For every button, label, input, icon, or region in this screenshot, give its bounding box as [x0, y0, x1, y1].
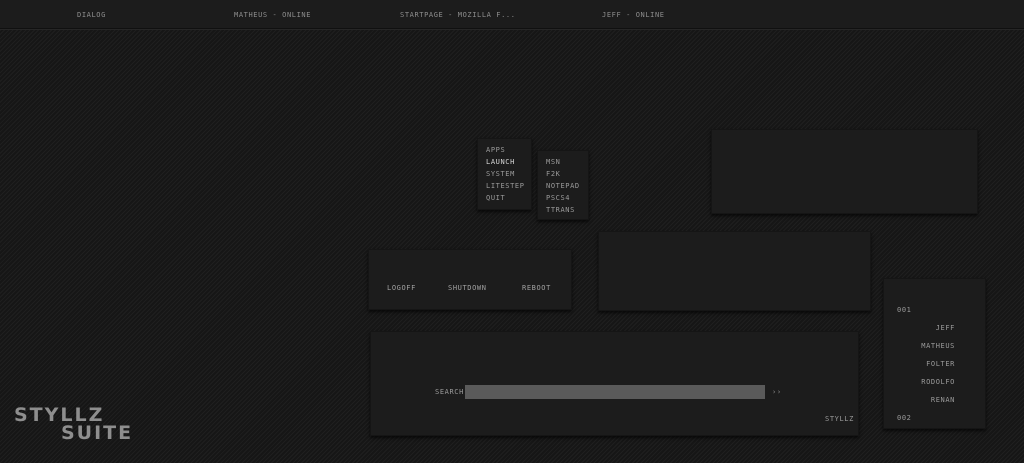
logoff-button[interactable]: LOGOFF: [387, 284, 416, 292]
search-brand-label: STYLLZ: [825, 415, 854, 423]
search-panel: SEARCH ›› STYLLZ: [370, 331, 859, 436]
task-matheus-online[interactable]: MATHEUS - ONLINE: [234, 11, 311, 19]
contact-matheus[interactable]: MATHEUS: [921, 342, 955, 350]
contact-folter[interactable]: FOLTER: [926, 360, 955, 368]
launch-item-ttrans[interactable]: TTRANS: [546, 206, 575, 214]
power-panel: LOGOFF SHUTDOWN REBOOT: [368, 249, 572, 310]
contact-renan[interactable]: RENAN: [931, 396, 955, 404]
contacts-group-start: 001: [897, 306, 912, 314]
search-input[interactable]: [465, 385, 765, 399]
search-go-button[interactable]: ››: [772, 388, 782, 396]
launch-submenu: MSN F2K NOTEPAD PSCS4 TTRANS: [537, 150, 589, 220]
launch-item-f2k[interactable]: F2K: [546, 170, 560, 178]
launch-item-msn[interactable]: MSN: [546, 158, 560, 166]
menu-item-launch[interactable]: LAUNCH: [486, 158, 515, 166]
contacts-group-end: 002: [897, 414, 912, 422]
logo-line-2: SUITE: [61, 422, 134, 444]
task-startpage-mozilla[interactable]: STARTPAGE - MOZILLA F...: [400, 11, 516, 19]
search-label: SEARCH: [435, 388, 464, 396]
main-menu: APPS LAUNCH SYSTEM LITESTEP QUIT: [477, 138, 532, 210]
empty-widget-middle: [598, 231, 871, 311]
styllz-suite-logo: STYLLZ SUITE: [14, 406, 134, 444]
menu-item-quit[interactable]: QUIT: [486, 194, 505, 202]
contacts-panel: 001 JEFF MATHEUS FOLTER RODOLFO RENAN 00…: [883, 278, 986, 429]
contact-jeff[interactable]: JEFF: [936, 324, 955, 332]
reboot-button[interactable]: REBOOT: [522, 284, 551, 292]
launch-item-pscs4[interactable]: PSCS4: [546, 194, 570, 202]
task-dialog[interactable]: DIALOG: [77, 11, 106, 19]
menu-item-apps[interactable]: APPS: [486, 146, 505, 154]
task-jeff-online[interactable]: JEFF - ONLINE: [602, 11, 665, 19]
menu-item-system[interactable]: SYSTEM: [486, 170, 515, 178]
shutdown-button[interactable]: SHUTDOWN: [448, 284, 487, 292]
taskbar: DIALOG MATHEUS - ONLINE STARTPAGE - MOZI…: [0, 0, 1024, 29]
launch-item-notepad[interactable]: NOTEPAD: [546, 182, 580, 190]
contact-rodolfo[interactable]: RODOLFO: [921, 378, 955, 386]
menu-item-litestep[interactable]: LITESTEP: [486, 182, 525, 190]
empty-widget-top: [711, 129, 978, 214]
